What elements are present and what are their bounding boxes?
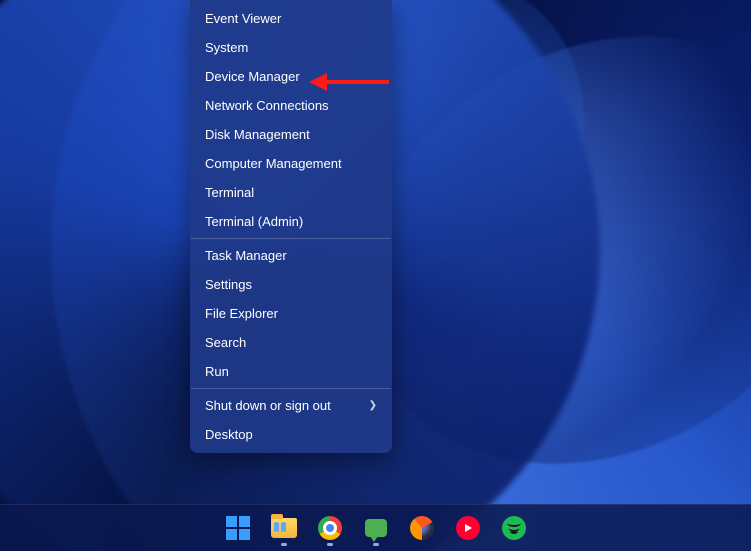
menu-item-search[interactable]: Search — [190, 328, 392, 357]
running-indicator — [327, 543, 333, 546]
menu-item-event-viewer[interactable]: Event Viewer — [190, 4, 392, 33]
menu-item-run[interactable]: Run — [190, 357, 392, 386]
menu-separator — [191, 238, 391, 239]
menu-item-label: Event Viewer — [205, 11, 281, 26]
menu-item-label: Terminal (Admin) — [205, 214, 303, 229]
chrome-button[interactable] — [311, 509, 349, 547]
chevron-right-icon: ❯ — [369, 400, 377, 411]
windows-logo-icon — [226, 516, 250, 540]
spotify-button[interactable] — [495, 509, 533, 547]
spotify-icon — [502, 516, 526, 540]
menu-item-system[interactable]: System — [190, 33, 392, 62]
menu-item-network-connections[interactable]: Network Connections — [190, 91, 392, 120]
firefox-button[interactable] — [403, 509, 441, 547]
menu-item-label: System — [205, 40, 248, 55]
annotation-arrow — [309, 73, 389, 91]
menu-item-label: Network Connections — [205, 98, 329, 113]
menu-item-label: Terminal — [205, 185, 254, 200]
menu-item-label: Settings — [205, 277, 252, 292]
menu-item-label: Search — [205, 335, 246, 350]
youtube-music-icon — [456, 516, 480, 540]
file-explorer-button[interactable] — [265, 509, 303, 547]
menu-item-label: File Explorer — [205, 306, 278, 321]
chat-icon — [365, 519, 387, 537]
menu-item-label: Device Manager — [205, 69, 300, 84]
running-indicator — [373, 543, 379, 546]
menu-separator — [191, 388, 391, 389]
youtube-music-button[interactable] — [449, 509, 487, 547]
firefox-icon — [410, 516, 434, 540]
menu-item-disk-management[interactable]: Disk Management — [190, 120, 392, 149]
menu-item-label: Disk Management — [205, 127, 310, 142]
menu-item-label: Shut down or sign out — [205, 398, 331, 413]
menu-item-label: Desktop — [205, 427, 253, 442]
chat-button[interactable] — [357, 509, 395, 547]
menu-item-terminal[interactable]: Terminal — [190, 178, 392, 207]
menu-item-computer-management[interactable]: Computer Management — [190, 149, 392, 178]
menu-item-settings[interactable]: Settings — [190, 270, 392, 299]
start-button[interactable] — [219, 509, 257, 547]
menu-item-label: Task Manager — [205, 248, 287, 263]
menu-item-desktop[interactable]: Desktop — [190, 420, 392, 449]
running-indicator — [281, 543, 287, 546]
winx-power-menu: Event Viewer System Device Manager Netwo… — [190, 0, 392, 453]
menu-item-file-explorer[interactable]: File Explorer — [190, 299, 392, 328]
menu-item-label: Run — [205, 364, 229, 379]
menu-item-task-manager[interactable]: Task Manager — [190, 241, 392, 270]
chrome-icon — [318, 516, 342, 540]
menu-item-shutdown-signout[interactable]: Shut down or sign out ❯ — [190, 391, 392, 420]
menu-item-label: Computer Management — [205, 156, 342, 171]
menu-item-terminal-admin[interactable]: Terminal (Admin) — [190, 207, 392, 236]
taskbar — [0, 504, 751, 551]
folder-icon — [271, 518, 297, 538]
